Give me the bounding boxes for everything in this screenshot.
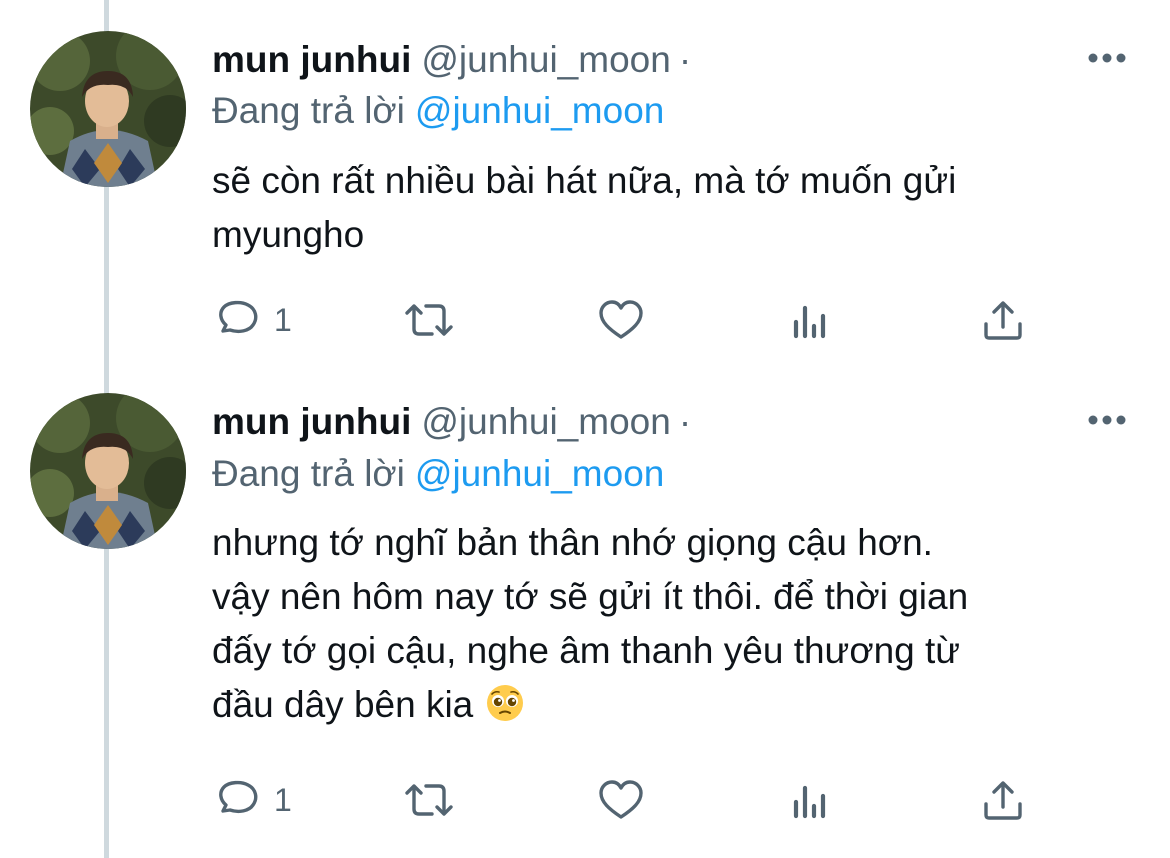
pleading-face-emoji (487, 685, 524, 721)
like-button[interactable] (597, 292, 645, 348)
tweet-header: mun junhui @junhui_moon · (212, 38, 691, 82)
heart-icon (599, 300, 643, 339)
share-icon (984, 781, 1022, 820)
more-options-button[interactable] (1086, 410, 1128, 430)
retweet-button[interactable] (401, 772, 457, 828)
reply-thread: mun junhui @junhui_moon · Đang trả lời @jun… (0, 0, 1170, 858)
reply-button[interactable]: 1 (214, 292, 292, 348)
tweet-text-line-last: đầu dây bên kia (212, 678, 1142, 732)
replying-prefix: Đang trả lời (212, 453, 405, 494)
reply-count: 1 (274, 301, 292, 338)
author-name[interactable]: mun junhui (212, 401, 411, 442)
reply-button[interactable]: 1 (214, 772, 292, 828)
replying-to: Đang trả lời @junhui_moon (212, 452, 664, 496)
author-handle[interactable]: @junhui_moon (421, 39, 670, 80)
tweet[interactable]: mun junhui @junhui_moon · Đang trả lời @jun… (0, 380, 1170, 858)
retweet-icon (405, 784, 453, 816)
tweet-text: sẽ còn rất nhiều bài hát nữa, mà tớ muốn… (212, 154, 1142, 262)
tweet-text: nhưng tớ nghĩ bản thân nhớ giọng cậu hơn… (212, 516, 1142, 732)
tweet-text-line: đấy tớ gọi cậu, nghe âm thanh yêu thương… (212, 630, 961, 671)
more-icon (1088, 53, 1126, 63)
heart-icon (599, 780, 643, 819)
views-button[interactable] (790, 772, 834, 828)
tweet-text-line: sẽ còn rất nhiều bài hát nữa, mà tớ muốn… (212, 160, 957, 201)
reply-icon (219, 300, 258, 334)
tweet-actions: 1 (0, 292, 1170, 348)
share-button[interactable] (980, 772, 1026, 828)
views-button[interactable] (790, 292, 834, 348)
tweet-text-line: nhưng tớ nghĩ bản thân nhớ giọng cậu hơn… (212, 522, 933, 563)
separator-dot: · (678, 401, 692, 442)
like-button[interactable] (597, 772, 645, 828)
retweet-button[interactable] (401, 292, 457, 348)
retweet-icon (405, 304, 453, 336)
author-handle[interactable]: @junhui_moon (421, 401, 670, 442)
tweet-text-line: myungho (212, 214, 365, 255)
tweet-header: mun junhui @junhui_moon · (212, 400, 691, 444)
replying-prefix: Đang trả lời (212, 90, 405, 131)
author-name[interactable]: mun junhui (212, 39, 411, 80)
views-icon (793, 305, 826, 339)
more-options-button[interactable] (1086, 48, 1128, 68)
replying-mention-link[interactable]: @junhui_moon (415, 453, 664, 494)
tweet-text-line: đầu dây bên kia (212, 684, 474, 725)
reply-icon (219, 780, 258, 814)
share-button[interactable] (980, 292, 1026, 348)
reply-count: 1 (274, 781, 292, 818)
separator-dot: · (678, 39, 692, 80)
avatar[interactable] (30, 393, 186, 549)
replying-to: Đang trả lời @junhui_moon (212, 89, 664, 133)
replying-mention-link[interactable]: @junhui_moon (415, 90, 664, 131)
share-icon (984, 301, 1022, 340)
tweet[interactable]: mun junhui @junhui_moon · Đang trả lời @jun… (0, 0, 1170, 380)
views-icon (793, 785, 826, 819)
avatar[interactable] (30, 31, 186, 187)
more-icon (1088, 415, 1126, 425)
tweet-text-line: vậy nên hôm nay tớ sẽ gửi ít thôi. để th… (212, 576, 969, 617)
tweet-actions: 1 (0, 772, 1170, 828)
